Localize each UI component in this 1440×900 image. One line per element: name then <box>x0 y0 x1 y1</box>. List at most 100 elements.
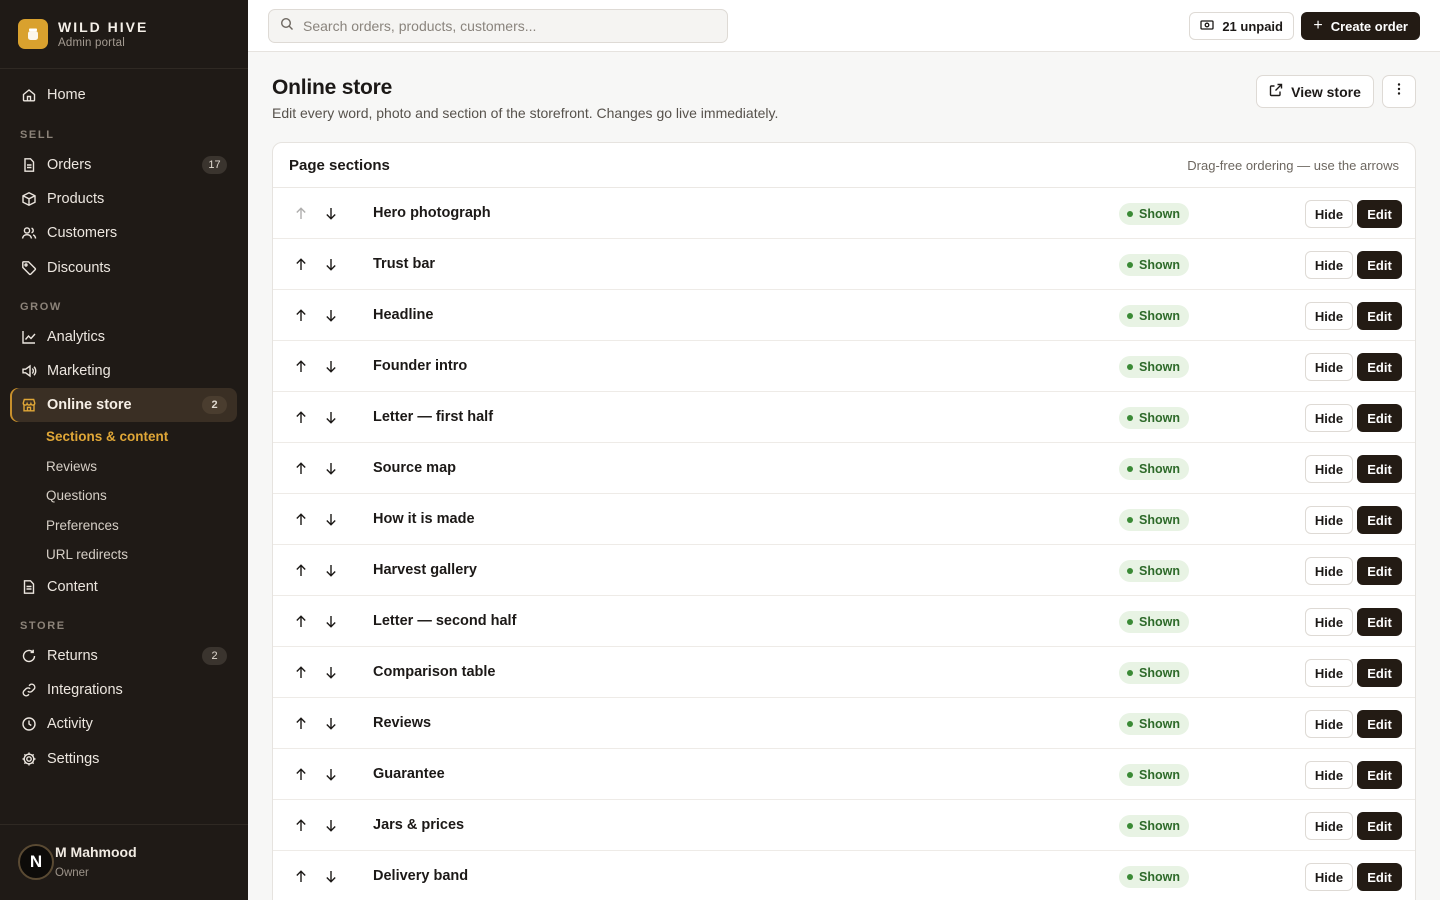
move-down-icon[interactable] <box>323 868 339 884</box>
more-vertical-icon <box>1397 82 1401 101</box>
section-name: Jars & prices <box>373 817 465 833</box>
edit-button[interactable]: Edit <box>1357 302 1402 330</box>
card-header: Page sections Drag-free ordering — use t… <box>273 143 1415 188</box>
create-order-button[interactable]: + Create order <box>1301 12 1420 40</box>
hide-button[interactable]: Hide <box>1305 812 1353 840</box>
edit-button[interactable]: Edit <box>1357 659 1402 687</box>
move-down-icon[interactable] <box>323 766 339 782</box>
move-up-icon[interactable] <box>293 205 309 221</box>
hide-button[interactable]: Hide <box>1305 761 1353 789</box>
search-input[interactable] <box>303 18 703 34</box>
search-box[interactable] <box>268 9 728 43</box>
hide-button[interactable]: Hide <box>1305 557 1353 585</box>
hide-button[interactable]: Hide <box>1305 863 1353 891</box>
edit-button[interactable]: Edit <box>1357 455 1402 483</box>
user-profile[interactable]: N M Mahmood Owner <box>0 824 248 900</box>
subitem-sections-content[interactable]: Sections & content <box>46 429 168 444</box>
sidebar-item-content[interactable]: Content <box>10 570 237 604</box>
view-store-button[interactable]: View store <box>1256 75 1374 108</box>
edit-button[interactable]: Edit <box>1357 863 1402 891</box>
move-down-icon[interactable] <box>323 562 339 578</box>
move-down-icon[interactable] <box>323 409 339 425</box>
move-down-icon[interactable] <box>323 205 339 221</box>
move-down-icon[interactable] <box>323 715 339 731</box>
move-up-icon[interactable] <box>293 358 309 374</box>
move-up-icon[interactable] <box>293 868 309 884</box>
move-down-icon[interactable] <box>323 358 339 374</box>
subitem-preferences[interactable]: Preferences <box>46 518 119 533</box>
move-up-icon[interactable] <box>293 664 309 680</box>
hide-button[interactable]: Hide <box>1305 608 1353 636</box>
move-up-icon[interactable] <box>293 307 309 323</box>
move-up-icon[interactable] <box>293 256 309 272</box>
move-up-icon[interactable] <box>293 562 309 578</box>
section-name: Hero photograph <box>373 205 491 221</box>
edit-button[interactable]: Edit <box>1357 200 1402 228</box>
hide-button[interactable]: Hide <box>1305 506 1353 534</box>
sidebar-item-activity[interactable]: Activity <box>10 707 237 741</box>
move-down-icon[interactable] <box>323 817 339 833</box>
edit-button[interactable]: Edit <box>1357 557 1402 585</box>
move-down-icon[interactable] <box>323 613 339 629</box>
move-down-icon[interactable] <box>323 511 339 527</box>
sidebar-item-label: Integrations <box>47 682 123 698</box>
hide-button[interactable]: Hide <box>1305 353 1353 381</box>
move-up-icon[interactable] <box>293 613 309 629</box>
search-icon <box>280 17 294 36</box>
edit-button[interactable]: Edit <box>1357 404 1402 432</box>
section-name: Founder intro <box>373 358 468 374</box>
move-up-icon[interactable] <box>293 460 309 476</box>
hide-button[interactable]: Hide <box>1305 200 1353 228</box>
hide-button[interactable]: Hide <box>1305 455 1353 483</box>
edit-button[interactable]: Edit <box>1357 506 1402 534</box>
edit-button[interactable]: Edit <box>1357 608 1402 636</box>
subitem-questions[interactable]: Questions <box>46 488 107 503</box>
sidebar-item-discounts[interactable]: Discounts <box>10 251 237 285</box>
edit-button[interactable]: Edit <box>1357 251 1402 279</box>
move-down-icon[interactable] <box>323 307 339 323</box>
status-badge: Shown <box>1119 458 1189 480</box>
move-up-icon[interactable] <box>293 715 309 731</box>
edit-button[interactable]: Edit <box>1357 761 1402 789</box>
move-down-icon[interactable] <box>323 460 339 476</box>
sidebar-item-online-store[interactable]: Online store 2 <box>10 388 237 422</box>
sidebar-item-home[interactable]: Home <box>10 78 237 112</box>
status-badge: Shown <box>1119 662 1189 684</box>
sidebar-item-customers[interactable]: Customers <box>10 216 237 250</box>
hide-button[interactable]: Hide <box>1305 302 1353 330</box>
move-down-icon[interactable] <box>323 256 339 272</box>
sidebar-item-orders[interactable]: Orders 17 <box>10 148 237 182</box>
sidebar-item-products[interactable]: Products <box>10 182 237 216</box>
subitem-url-redirects[interactable]: URL redirects <box>46 547 128 562</box>
edit-button[interactable]: Edit <box>1357 710 1402 738</box>
unpaid-orders-button[interactable]: 21 unpaid <box>1189 12 1294 40</box>
status-badge: Shown <box>1119 764 1189 786</box>
hide-button[interactable]: Hide <box>1305 404 1353 432</box>
cash-icon <box>1200 19 1222 34</box>
section-name: Comparison table <box>373 664 496 680</box>
move-up-icon[interactable] <box>293 409 309 425</box>
orders-icon <box>20 157 37 174</box>
move-down-icon[interactable] <box>323 664 339 680</box>
sidebar-item-settings[interactable]: Settings <box>10 742 237 776</box>
sidebar-item-returns[interactable]: Returns 2 <box>10 639 237 673</box>
edit-button[interactable]: Edit <box>1357 812 1402 840</box>
status-label: Shown <box>1139 564 1180 578</box>
status-label: Shown <box>1139 411 1180 425</box>
sidebar-item-label: Online store <box>47 397 132 413</box>
edit-button[interactable]: Edit <box>1357 353 1402 381</box>
subitem-reviews[interactable]: Reviews <box>46 459 97 474</box>
sidebar-item-integrations[interactable]: Integrations <box>10 673 237 707</box>
more-options-button[interactable] <box>1382 75 1416 108</box>
move-up-icon[interactable] <box>293 766 309 782</box>
plus-icon: + <box>1313 17 1323 34</box>
hide-button[interactable]: Hide <box>1305 251 1353 279</box>
brand[interactable]: WILD HIVE Admin portal <box>0 0 248 69</box>
move-up-icon[interactable] <box>293 817 309 833</box>
avatar: N <box>18 844 54 880</box>
hide-button[interactable]: Hide <box>1305 710 1353 738</box>
hide-button[interactable]: Hide <box>1305 659 1353 687</box>
move-up-icon[interactable] <box>293 511 309 527</box>
sidebar-item-marketing[interactable]: Marketing <box>10 354 237 388</box>
sidebar-item-analytics[interactable]: Analytics <box>10 320 237 354</box>
